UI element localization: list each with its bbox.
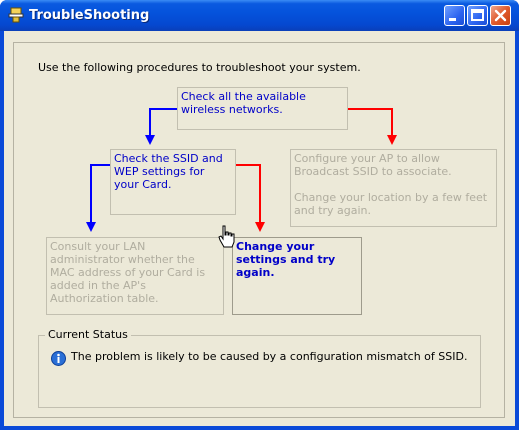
arrow-networks-to-ap — [348, 108, 393, 137]
step-consult-admin: Consult your LAN administrator whether t… — [46, 237, 224, 315]
info-icon — [51, 351, 66, 366]
hand-cursor-icon — [218, 225, 235, 248]
troubleshoot-panel: Use the following procedures to troubles… — [13, 42, 505, 418]
troubleshooting-window: TroubleShooting Use the following proced… — [0, 0, 519, 430]
configure-ap-text: Configure your AP to allow Broadcast SSI… — [294, 152, 452, 178]
step-change-settings: Change your settings and try again. — [232, 237, 362, 315]
step-check-networks: Check all the available wireless network… — [177, 87, 348, 130]
window-title: TroubleShooting — [29, 8, 150, 23]
arrowhead-ssid-to-admin — [86, 222, 96, 232]
arrow-networks-to-ssid — [149, 108, 177, 137]
close-button[interactable] — [490, 5, 511, 26]
current-status-group: Current Status The problem is likely to … — [38, 328, 481, 408]
minimize-icon — [449, 18, 456, 21]
step-configure-ap: Configure your AP to allow Broadcast SSI… — [290, 149, 497, 227]
maximize-button[interactable] — [467, 5, 488, 26]
arrow-ssid-to-settings — [236, 164, 261, 224]
close-icon — [494, 9, 507, 22]
minimize-button[interactable] — [444, 5, 465, 26]
app-icon — [8, 7, 24, 23]
arrowhead-networks-to-ap — [387, 135, 397, 145]
maximize-icon — [471, 9, 484, 21]
client-area: Use the following procedures to troubles… — [4, 31, 515, 426]
title-bar[interactable]: TroubleShooting — [0, 0, 519, 31]
change-location-text: Change your location by a few feet and t… — [294, 191, 488, 217]
current-status-legend: Current Status — [45, 328, 131, 341]
step-check-ssid[interactable]: Check the SSID and WEP settings for your… — [110, 149, 236, 215]
status-message: The problem is likely to be caused by a … — [71, 350, 468, 363]
arrowhead-ssid-to-settings — [255, 222, 265, 232]
arrow-ssid-to-admin — [90, 164, 110, 224]
arrowhead-networks-to-ssid — [145, 135, 155, 145]
